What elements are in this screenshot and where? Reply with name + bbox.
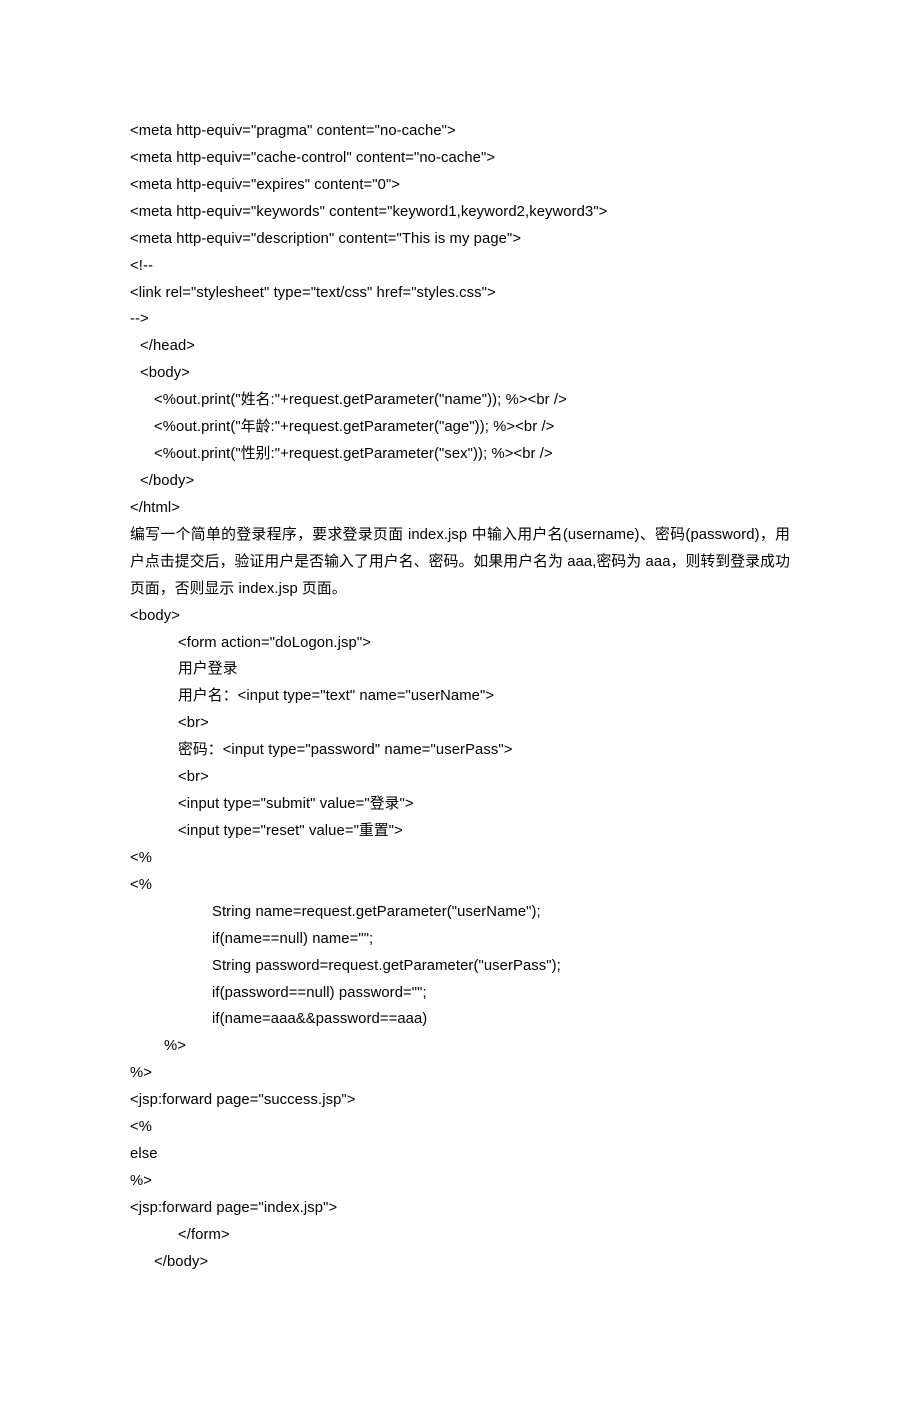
prose-paragraph: 编写一个简单的登录程序，要求登录页面 index.jsp 中输入用户名(user…: [130, 522, 790, 603]
code-line: <jsp:forward page="index.jsp">: [130, 1195, 790, 1222]
code-line: 密码：<input type="password" name="userPass…: [130, 737, 790, 764]
code-line: <link rel="stylesheet" type="text/css" h…: [130, 280, 790, 307]
code-line: <meta http-equiv="cache-control" content…: [130, 145, 790, 172]
code-line: <%out.print("年龄:"+request.getParameter("…: [130, 414, 790, 441]
code-line: %>: [130, 1033, 790, 1060]
code-line: </body>: [130, 468, 790, 495]
code-line: String name=request.getParameter("userNa…: [130, 899, 790, 926]
code-line: <jsp:forward page="success.jsp">: [130, 1087, 790, 1114]
code-line: <input type="reset" value="重置">: [130, 818, 790, 845]
code-line: 用户登录: [130, 656, 790, 683]
code-line: <br>: [130, 764, 790, 791]
code-line: <!--: [130, 253, 790, 280]
code-line: <meta http-equiv="pragma" content="no-ca…: [130, 118, 790, 145]
code-line: <%: [130, 845, 790, 872]
code-line: if(name=aaa&&password==aaa): [130, 1006, 790, 1033]
code-line: <br>: [130, 710, 790, 737]
code-line: <%out.print("姓名:"+request.getParameter("…: [130, 387, 790, 414]
code-line: <%: [130, 1114, 790, 1141]
code-line: String password=request.getParameter("us…: [130, 953, 790, 980]
code-line: </html>: [130, 495, 790, 522]
code-line: else: [130, 1141, 790, 1168]
code-line: <%out.print("性别:"+request.getParameter("…: [130, 441, 790, 468]
code-line: <body>: [130, 360, 790, 387]
document-page: <meta http-equiv="pragma" content="no-ca…: [0, 0, 920, 1406]
code-line: <%: [130, 872, 790, 899]
code-line: <body>: [130, 603, 790, 630]
code-line: <meta http-equiv="description" content="…: [130, 226, 790, 253]
code-line: if(password==null) password="";: [130, 980, 790, 1007]
code-line: -->: [130, 306, 790, 333]
code-line: %>: [130, 1060, 790, 1087]
code-line: </form>: [130, 1222, 790, 1249]
code-line: <form action="doLogon.jsp">: [130, 630, 790, 657]
code-line: <input type="submit" value="登录">: [130, 791, 790, 818]
code-line: </head>: [130, 333, 790, 360]
code-line: </body>: [130, 1249, 790, 1276]
code-line: 用户名：<input type="text" name="userName">: [130, 683, 790, 710]
code-line: %>: [130, 1168, 790, 1195]
code-line: <meta http-equiv="keywords" content="key…: [130, 199, 790, 226]
code-line: <meta http-equiv="expires" content="0">: [130, 172, 790, 199]
code-line: if(name==null) name="";: [130, 926, 790, 953]
